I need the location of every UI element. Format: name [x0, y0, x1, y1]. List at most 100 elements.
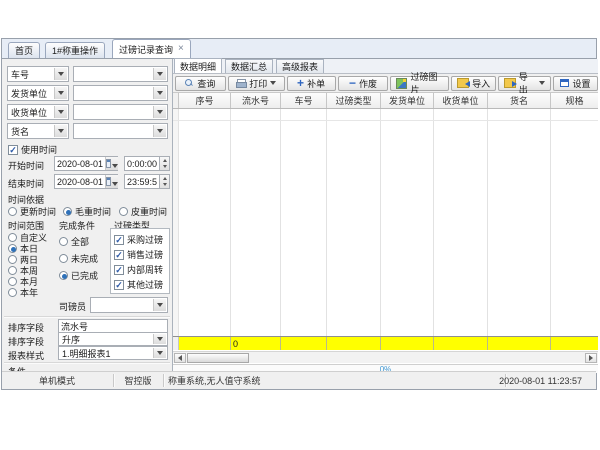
chevron-down-icon[interactable]	[153, 106, 166, 118]
col-header-weightype[interactable]: 过磅类型	[327, 93, 381, 108]
check-icon: ✓	[114, 235, 124, 245]
chevron-down-icon[interactable]	[153, 299, 166, 311]
col-header-spec[interactable]: 规格	[551, 93, 598, 108]
scroll-left-icon[interactable]	[174, 353, 186, 363]
summary-cell-serial-count: 0	[231, 337, 281, 350]
chevron-down-icon[interactable]	[153, 125, 166, 137]
use-time-checkbox[interactable]: ✓ 使用时间	[8, 143, 57, 156]
time-spinner-icon[interactable]	[159, 174, 170, 189]
void-button[interactable]: − 作废	[338, 76, 389, 91]
filter-field-select-4[interactable]: 货名	[7, 123, 69, 139]
tab-home-label: 首页	[15, 44, 33, 57]
supplement-button[interactable]: + 补单	[287, 76, 336, 91]
minus-icon: −	[349, 78, 356, 88]
radio-tare-time[interactable]: 皮重时间	[119, 205, 167, 218]
col-header-seq[interactable]: 序号	[179, 93, 231, 108]
summary-cell	[488, 337, 551, 350]
horizontal-scrollbar[interactable]	[173, 351, 598, 363]
radio-icon	[8, 288, 17, 297]
grid-body[interactable]	[173, 109, 598, 336]
filter-field-select-3[interactable]: 收货单位	[7, 104, 69, 120]
tab-data-summary[interactable]: 数据汇总	[225, 59, 273, 73]
print-button[interactable]: 打印	[228, 76, 285, 91]
printer-icon	[236, 79, 246, 87]
tab-data-detail[interactable]: 数据明细	[174, 58, 222, 73]
sort-field-label: 排序字段	[8, 321, 44, 334]
checkbox-sale[interactable]: ✓ 销售过磅	[114, 248, 163, 261]
filter-field-select-2[interactable]: 发货单位	[7, 85, 69, 101]
col-header-receiver[interactable]: 收货单位	[434, 93, 488, 108]
empty-row-divider	[173, 120, 598, 121]
summary-cell	[434, 337, 488, 350]
weigh-image-button[interactable]: 过磅图片	[390, 76, 449, 91]
end-time-label: 结束时间	[8, 177, 44, 190]
checkbox-purchase[interactable]: ✓ 采购过磅	[114, 233, 163, 246]
chevron-down-icon	[270, 81, 276, 85]
status-system-name: 称重系统,无人值守系统	[168, 372, 261, 389]
tab-home[interactable]: 首页	[8, 42, 40, 58]
chevron-down-icon[interactable]	[153, 348, 166, 358]
sort-order-select[interactable]: 升序	[58, 332, 168, 346]
chevron-down-icon[interactable]	[153, 334, 166, 344]
chevron-down-icon[interactable]	[153, 87, 166, 99]
tab-weigh-operation[interactable]: 1#称重操作	[45, 42, 105, 58]
chevron-down-icon[interactable]	[153, 68, 166, 80]
radio-finish-finished-label: 已完成	[71, 269, 98, 282]
filter-value-input-3[interactable]	[73, 104, 168, 120]
chevron-down-icon[interactable]	[54, 106, 67, 118]
radio-range-year[interactable]: 本年	[8, 286, 38, 299]
radio-finish-all-label: 全部	[71, 235, 89, 248]
filter-value-input-4[interactable]	[73, 123, 168, 139]
radio-icon	[8, 233, 17, 242]
filter-value-input-1[interactable]	[73, 66, 168, 82]
col-header-shipper[interactable]: 发货单位	[381, 93, 434, 108]
radio-finish-finished[interactable]: 已完成	[59, 269, 98, 282]
export-button[interactable]: 导出	[498, 76, 551, 91]
col-header-goods[interactable]: 货名	[488, 93, 551, 108]
time-spinner-icon[interactable]	[159, 156, 170, 171]
checkbox-other[interactable]: ✓ 其他过磅	[114, 278, 163, 291]
close-icon[interactable]: ×	[178, 44, 184, 54]
checkbox-other-label: 其他过磅	[127, 278, 163, 291]
tab-advanced-report[interactable]: 高级报表	[276, 59, 324, 73]
report-style-label: 报表样式	[8, 349, 44, 362]
settings-button[interactable]: 设置	[553, 76, 598, 91]
checkbox-internal[interactable]: ✓ 内部周转	[114, 263, 163, 276]
filter-field-select-1[interactable]: 车号	[7, 66, 69, 82]
filter-value-input-2[interactable]	[73, 85, 168, 101]
tab-record-query[interactable]: 过磅记录查询 ×	[112, 39, 191, 58]
col-header-vehicle[interactable]: 车号	[281, 93, 327, 108]
summary-cell	[281, 337, 327, 350]
scroll-right-icon[interactable]	[585, 353, 597, 363]
status-mode: 单机模式	[2, 372, 112, 389]
col-header-serial[interactable]: 流水号	[231, 93, 281, 108]
chevron-down-icon[interactable]	[54, 87, 67, 99]
weigher-select[interactable]	[90, 297, 168, 313]
app-window: 首页 1#称重操作 过磅记录查询 × 车号 发货单位 收货单位	[1, 38, 597, 390]
start-time-field[interactable]	[124, 156, 160, 171]
scrollbar-thumb[interactable]	[187, 353, 249, 363]
import-button[interactable]: 导入	[451, 76, 496, 91]
chevron-down-icon[interactable]	[54, 68, 67, 80]
divider	[4, 362, 170, 364]
radio-icon	[8, 255, 17, 264]
radio-finish-all[interactable]: 全部	[59, 235, 89, 248]
report-style-select[interactable]: 1.明细报表1	[58, 346, 168, 360]
tab-data-summary-label: 数据汇总	[231, 60, 267, 73]
chevron-down-icon[interactable]	[54, 125, 67, 137]
check-icon: ✓	[114, 280, 124, 290]
radio-finish-unfinished[interactable]: 未完成	[59, 252, 98, 265]
status-bar: 单机模式 智控版 称重系统,无人值守系统 2020-08-01 11:23:57	[2, 371, 596, 389]
end-time-field[interactable]	[124, 174, 160, 189]
search-icon	[185, 79, 194, 88]
query-button[interactable]: 查询	[175, 76, 226, 91]
radio-icon	[8, 207, 17, 216]
check-icon: ✓	[8, 145, 18, 155]
supplement-button-label: 补单	[307, 77, 325, 90]
radio-gross-time[interactable]: 毛重时间	[63, 205, 111, 218]
summary-cell	[551, 337, 598, 350]
calendar-icon[interactable]	[105, 175, 118, 188]
radio-icon	[59, 237, 68, 246]
radio-update-time[interactable]: 更新时间	[8, 205, 56, 218]
calendar-icon[interactable]	[105, 157, 118, 170]
